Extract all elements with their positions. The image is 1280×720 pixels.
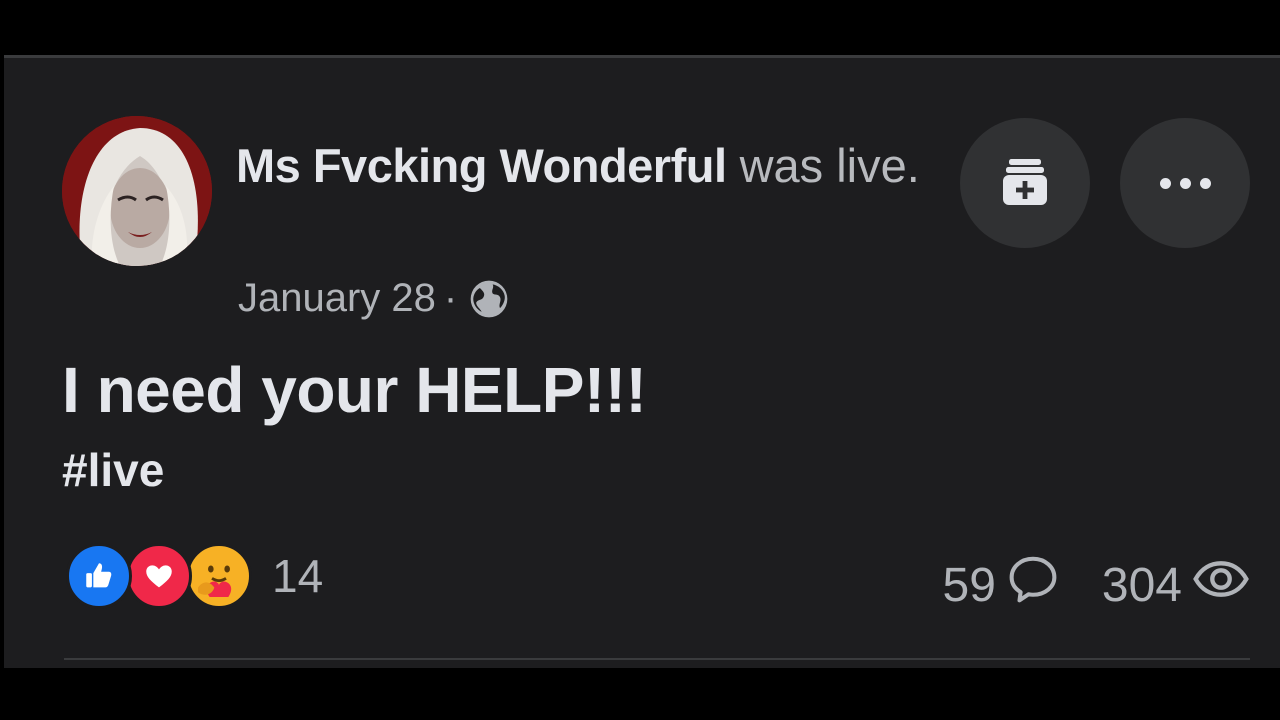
more-options-button[interactable]	[1120, 118, 1250, 248]
view-count: 304	[1101, 558, 1182, 612]
views-stat: 304	[1102, 550, 1250, 620]
comment-count: 59	[942, 558, 996, 612]
reactions-summary[interactable]: 14	[66, 543, 323, 609]
post-divider	[64, 658, 1250, 660]
post-stats: 59 304	[943, 550, 1250, 620]
live-status-text: was live.	[739, 139, 920, 192]
hashtag-link[interactable]: #live	[62, 443, 164, 497]
love-reaction-icon	[126, 543, 192, 609]
post-date-link[interactable]: January 28	[238, 276, 436, 321]
post-meta: January 28 ·	[238, 276, 511, 321]
comments-stat[interactable]: 59	[943, 552, 1060, 618]
post-header-text: Ms Fvcking Wonderful was live.	[236, 130, 926, 202]
meta-separator: ·	[443, 276, 458, 320]
save-post-button[interactable]	[960, 118, 1090, 248]
avatar-portrait	[62, 116, 212, 266]
reaction-count: 14	[272, 550, 324, 602]
like-reaction-icon	[66, 543, 132, 609]
more-horizontal-icon	[1159, 177, 1211, 189]
comment-bubble-icon	[996, 552, 1060, 618]
eye-icon	[1182, 550, 1250, 620]
care-reaction-icon	[186, 543, 252, 609]
author-name-link[interactable]: Ms Fvcking Wonderful	[236, 139, 727, 192]
globe-icon[interactable]	[467, 277, 511, 321]
author-avatar[interactable]	[62, 116, 212, 266]
save-bookmark-plus-icon	[995, 151, 1055, 216]
post-card: Ms Fvcking Wonderful was live. January 2…	[4, 55, 1280, 668]
post-message: I need your HELP!!!	[62, 354, 647, 426]
